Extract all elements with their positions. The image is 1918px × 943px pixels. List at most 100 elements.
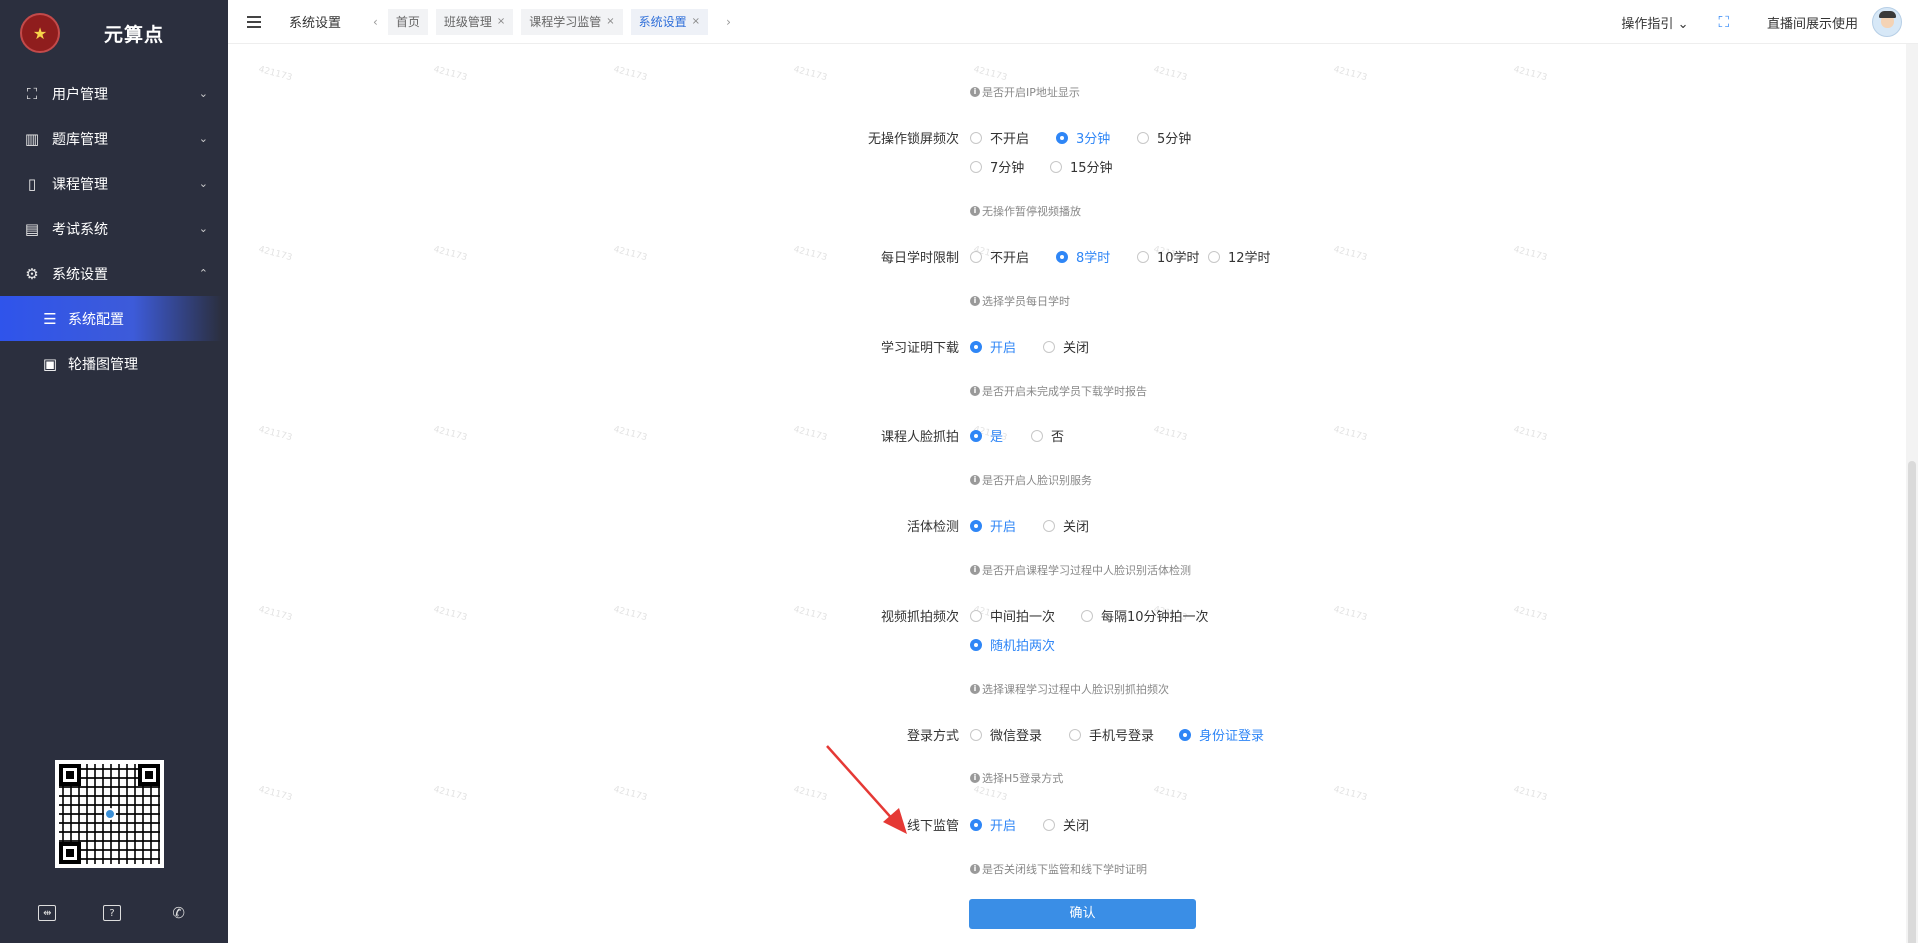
info-icon: i <box>970 684 980 694</box>
radio-label: 10学时 <box>1157 251 1200 266</box>
radio-offline-on[interactable]: 开启 <box>970 815 1016 834</box>
radio-capture-random[interactable]: 随机拍两次 <box>970 635 1055 654</box>
watermark-text: 421173 <box>432 64 469 84</box>
radio-login-wechat[interactable]: 微信登录 <box>970 725 1042 744</box>
sidebar-item-label: 考试系统 <box>52 221 108 238</box>
radio-label: 15分钟 <box>1070 161 1113 176</box>
help-icon[interactable]: ? <box>102 905 121 921</box>
hint-text: 是否开启人脸识别服务 <box>982 474 1092 487</box>
tab-label: 首页 <box>395 14 420 29</box>
radio-login-phone[interactable]: 手机号登录 <box>1069 725 1154 744</box>
radio-cert-on[interactable]: 开启 <box>970 337 1016 356</box>
sidebar-item-courses[interactable]: ▯ 课程管理 ⌄ <box>0 161 228 206</box>
users-icon: ⛶ <box>26 84 38 103</box>
qr-eye <box>59 764 81 786</box>
logo-row: ★ 元算点 <box>0 0 228 66</box>
radio-label: 每隔10分钟拍一次 <box>1101 610 1209 625</box>
label-daily-hours: 每日学时限制 <box>880 251 959 266</box>
chevron-down-icon: ⌄ <box>198 87 208 100</box>
close-icon[interactable]: × <box>692 9 700 35</box>
radio-lock-15min[interactable]: 15分钟 <box>1050 157 1113 176</box>
qr-logo <box>104 808 116 820</box>
watermark-text: 421173 <box>1152 784 1189 804</box>
sidebar-item-label: 用户管理 <box>52 86 108 103</box>
user-name[interactable]: 直播间展示使用 <box>1767 13 1858 32</box>
sidebar-item-exams[interactable]: ▤ 考试系统 ⌄ <box>0 206 228 251</box>
tab-class-management[interactable]: 班级管理 × <box>435 8 514 35</box>
radio-face-no[interactable]: 否 <box>1031 426 1064 445</box>
sidebar-menu: ⛶ 用户管理 ⌄ ▥ 题库管理 ⌄ ▯ 课程管理 ⌄ ▤ 考试系统 ⌄ ⚙ 系统… <box>0 71 228 386</box>
radio-liveness-on[interactable]: 开启 <box>970 516 1016 535</box>
hint-capture-frequency: i 选择课程学习过程中人脸识别抓拍频次 <box>970 681 1169 697</box>
radio-lock-5min[interactable]: 5分钟 <box>1137 128 1191 147</box>
radio-face-yes[interactable]: 是 <box>970 426 1003 445</box>
scrollbar-thumb[interactable] <box>1908 461 1916 943</box>
settings-content: 421173 421173 421173 421173 421173 421173 4211… <box>228 44 1918 943</box>
radio-label: 8学时 <box>1076 251 1111 266</box>
watermark-text: 421173 <box>1512 64 1549 84</box>
library-icon: ▥ <box>24 129 40 148</box>
tabs-scroll-right-icon[interactable]: › <box>726 15 731 29</box>
label-certificate-download: 学习证明下载 <box>880 341 959 356</box>
sidebar-subitem-system-config[interactable]: ☰ 系统配置 <box>0 296 222 341</box>
sliders-icon: ☰ <box>43 309 57 328</box>
radio-hours-10[interactable]: 10学时 <box>1137 247 1200 266</box>
close-icon[interactable]: × <box>497 9 505 35</box>
label-lock-frequency: 无操作锁屏频次 <box>867 132 959 147</box>
watermark-text: 421173 <box>1332 244 1369 264</box>
header-right: 操作指引 ⌄ ⛶ 直播间展示使用 <box>1621 0 1918 44</box>
label-liveness: 活体检测 <box>906 520 959 535</box>
radio-lock-off[interactable]: 不开启 <box>970 128 1029 147</box>
scrollbar[interactable] <box>1906 44 1918 943</box>
annotation-arrow <box>826 745 907 834</box>
radio-capture-middle[interactable]: 中间拍一次 <box>970 606 1055 625</box>
radio-liveness-off[interactable]: 关闭 <box>1043 516 1089 535</box>
hint-offline-supervision: i 是否关闭线下监管和线下学时证明 <box>970 861 1147 877</box>
watermark-text: 421173 <box>972 784 1009 804</box>
radio-label: 否 <box>1051 430 1065 445</box>
fullscreen-icon[interactable]: ⛶ <box>1718 13 1729 31</box>
radio-label: 随机拍两次 <box>990 639 1056 654</box>
radio-login-idcard[interactable]: 身份证登录 <box>1179 725 1264 744</box>
tab-home[interactable]: 首页 <box>387 8 428 35</box>
watermark-text: 421173 <box>1512 604 1549 624</box>
radio-lock-3min[interactable]: 3分钟 <box>1056 128 1110 147</box>
watermark-text: 421173 <box>1332 64 1369 84</box>
screen-icon[interactable]: ⇹ <box>38 905 57 921</box>
radio-capture-10min[interactable]: 每隔10分钟拍一次 <box>1081 606 1209 625</box>
hint-ip-display: i 是否开启IP地址显示 <box>970 84 1080 100</box>
radio-hours-8[interactable]: 8学时 <box>1056 247 1110 266</box>
hint-daily-hours: i 选择学员每日学时 <box>970 293 1070 309</box>
tab-system-settings[interactable]: 系统设置 × <box>630 8 709 35</box>
menu-toggle-icon[interactable] <box>247 13 261 31</box>
close-icon[interactable]: × <box>606 9 614 35</box>
watermark-text: 421173 <box>612 784 649 804</box>
hint-text: 是否关闭线下监管和线下学时证明 <box>982 863 1147 876</box>
radio-hours-12[interactable]: 12学时 <box>1208 247 1271 266</box>
watermark-text: 421173 <box>612 64 649 84</box>
watermark-text: 421173 <box>1332 604 1369 624</box>
sidebar-item-question-bank[interactable]: ▥ 题库管理 ⌄ <box>0 116 228 161</box>
chevron-down-icon: ⌄ <box>1677 16 1689 32</box>
logo-icon: ★ <box>20 13 60 53</box>
tabs-scroll-left-icon[interactable]: ‹ <box>373 15 378 29</box>
confirm-button[interactable]: 确认 <box>969 899 1196 929</box>
radio-offline-off[interactable]: 关闭 <box>1043 815 1089 834</box>
watermark-text: 421173 <box>1152 64 1189 84</box>
watermark-text: 421173 <box>1152 424 1189 444</box>
sidebar: ★ 元算点 ⛶ 用户管理 ⌄ ▥ 题库管理 ⌄ ▯ 课程管理 ⌄ ▤ 考试系统 … <box>0 0 228 943</box>
tab-course-supervision[interactable]: 课程学习监管 × <box>521 8 623 35</box>
hint-certificate: i 是否开启未完成学员下载学时报告 <box>970 383 1147 399</box>
radio-lock-7min[interactable]: 7分钟 <box>970 157 1024 176</box>
sidebar-item-users[interactable]: ⛶ 用户管理 ⌄ <box>0 71 228 116</box>
sidebar-item-system-settings[interactable]: ⚙ 系统设置 ⌃ <box>0 251 228 296</box>
radio-hours-off[interactable]: 不开启 <box>970 247 1029 266</box>
phone-icon[interactable]: ✆ <box>168 902 190 924</box>
sidebar-bottom-bar: ⇹ ? ✆ <box>0 883 228 943</box>
radio-cert-off[interactable]: 关闭 <box>1043 337 1089 356</box>
avatar[interactable] <box>1872 7 1902 37</box>
sidebar-subitem-carousel[interactable]: ▣ 轮播图管理 <box>0 341 228 386</box>
chevron-down-icon: ⌄ <box>198 177 208 190</box>
guide-dropdown[interactable]: 操作指引 ⌄ <box>1621 13 1688 32</box>
info-icon: i <box>970 386 980 396</box>
